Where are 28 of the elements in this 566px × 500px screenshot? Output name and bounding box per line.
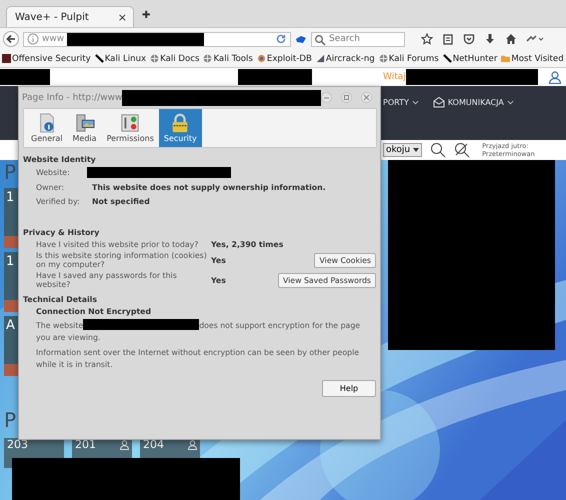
section-heading: P xyxy=(4,408,16,432)
new-tab-button[interactable]: ✚ xyxy=(142,10,150,21)
tab-title: Wave+ - Pulpit xyxy=(15,12,89,22)
browser-tab[interactable]: Wave+ - Pulpit × xyxy=(6,6,134,27)
greeting-text: Witaj xyxy=(383,72,406,82)
dialog-tab[interactable]: Permissions xyxy=(102,109,159,147)
bookmark-link[interactable]: Aircrack-ng xyxy=(326,54,375,64)
nav-menu-item[interactable]: KOMUNIKACJA xyxy=(432,96,514,108)
dialog-tab[interactable]: General xyxy=(26,109,68,147)
bookmark-link[interactable]: Kali Docs xyxy=(160,54,200,64)
bookmark-link[interactable]: Kali Tools xyxy=(213,54,253,64)
dialog-tab[interactable]: Security xyxy=(158,109,202,147)
section-heading: P xyxy=(4,160,16,184)
nav-menu-item[interactable]: PORTY xyxy=(383,96,419,108)
url-text: www xyxy=(42,34,64,44)
help-button[interactable]: Help xyxy=(322,380,376,397)
bookmark-link[interactable]: Most Visited xyxy=(511,54,564,64)
bookmark-link[interactable]: Exploit-DB xyxy=(266,54,312,64)
bookmark-link[interactable]: NetHunter xyxy=(452,54,498,64)
bookmark-link[interactable]: Kali Linux xyxy=(104,54,146,64)
search-field[interactable]: Search xyxy=(311,32,405,46)
dialog-title: Page Info - http://www xyxy=(22,92,122,102)
bookmark-link[interactable]: Kali Forums xyxy=(388,54,439,64)
bookmark-link[interactable]: Offensive Security xyxy=(12,54,91,64)
dialog-tab[interactable]: Media xyxy=(68,109,102,147)
close-tab-button[interactable]: × xyxy=(118,10,127,24)
address-field[interactable]: www xyxy=(23,32,291,46)
room-select[interactable]: okoju xyxy=(383,143,422,157)
